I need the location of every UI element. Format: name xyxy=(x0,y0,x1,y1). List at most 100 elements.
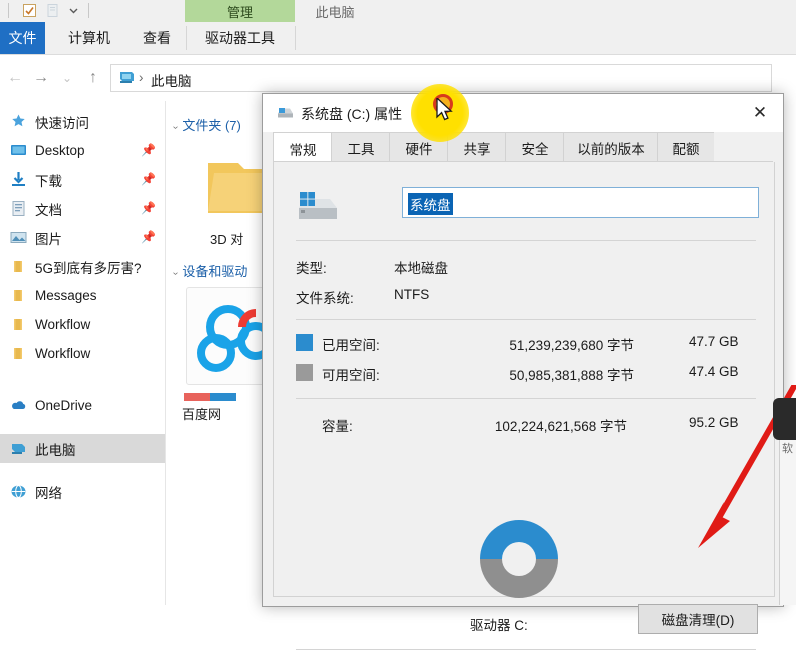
chevron-down-icon: › xyxy=(170,125,182,130)
tile-label-baidu: 百度网 xyxy=(182,407,222,422)
type-key: 类型: xyxy=(296,261,327,276)
ribbon-tab-strip: 管理 此电脑 文件 计算机 查看 驱动器工具 xyxy=(0,0,796,54)
group-header-devices-label: 设备和驱动 xyxy=(182,264,248,279)
checkbox-icon[interactable] xyxy=(22,3,37,18)
back-arrow-icon[interactable]: ← xyxy=(4,67,26,89)
qat-divider-2 xyxy=(88,3,89,18)
quick-access-toolbar xyxy=(0,0,796,23)
folder-icon xyxy=(10,345,27,362)
right-edge-widget[interactable] xyxy=(773,398,796,440)
tab-view[interactable]: 查看 xyxy=(129,22,185,54)
tab-drive-tools[interactable]: 驱动器工具 xyxy=(188,22,292,54)
general-tab-panel: 系统盘 类型: 本地磁盘 文件系统: NTFS 已用空间: 51,239,239… xyxy=(273,162,775,650)
tab-computer[interactable]: 计算机 xyxy=(53,22,125,54)
sidebar-label: 图片 xyxy=(35,231,62,247)
group-header-devices[interactable]: ›设备和驱动 xyxy=(170,261,248,280)
tab-previous-versions[interactable]: 以前的版本 xyxy=(563,132,658,163)
documents-icon xyxy=(10,200,27,217)
pin-icon[interactable]: 📌 xyxy=(141,230,156,244)
chevron-down-icon[interactable]: ⌄ xyxy=(56,67,78,89)
used-space-key: 已用空间: xyxy=(322,338,380,353)
dialog-title: 系统盘 (C:) 属性 xyxy=(301,106,403,122)
drive-large-icon xyxy=(296,186,340,226)
free-space-bytes: 50,985,381,888 字节 xyxy=(509,368,634,383)
qat-divider xyxy=(8,3,9,18)
downloads-icon xyxy=(10,171,27,188)
type-value: 本地磁盘 xyxy=(394,261,448,276)
used-space-swatch xyxy=(296,334,313,351)
onedrive-cloud-icon xyxy=(10,397,27,414)
capacity-bytes: 102,224,621,568 字节 xyxy=(494,419,627,434)
sidebar-item-workflow-1[interactable]: Workflow xyxy=(0,310,165,339)
drive-icon xyxy=(277,105,294,120)
this-pc-icon xyxy=(10,440,27,457)
pin-icon[interactable]: 📌 xyxy=(141,201,156,215)
drive-properties-dialog: 系统盘 (C:) 属性 ✕ 常规 工具 硬件 共享 安全 以前的版本 配额 系统 xyxy=(262,93,784,650)
tab-quota[interactable]: 配额 xyxy=(657,132,714,163)
sidebar-label: Desktop xyxy=(35,143,85,158)
window-title-label: 此电脑 xyxy=(315,4,355,20)
pin-icon[interactable]: 📌 xyxy=(141,172,156,186)
sidebar-item-onedrive[interactable]: OneDrive xyxy=(0,391,165,420)
up-arrow-icon[interactable]: ↑ xyxy=(82,67,104,89)
sidebar-item-5g-folder[interactable]: 5G到底有多厉害? xyxy=(0,252,165,281)
contextual-tab-header: 管理 xyxy=(185,0,295,22)
group-header-folders[interactable]: ›文件夹 (7) xyxy=(170,115,241,134)
sidebar-label: 此电脑 xyxy=(35,442,76,458)
free-space-key: 可用空间: xyxy=(322,368,380,383)
disk-cleanup-button[interactable]: 磁盘清理(D) xyxy=(638,604,758,634)
sidebar-item-quick-access[interactable]: 快速访问 xyxy=(0,107,165,136)
mouse-cursor-icon xyxy=(436,96,458,124)
properties-icon[interactable] xyxy=(45,3,60,18)
free-space-size: 47.4 GB xyxy=(689,364,739,379)
divider-2 xyxy=(296,319,756,320)
capacity-size: 95.2 GB xyxy=(689,415,739,430)
filesystem-value: NTFS xyxy=(394,287,430,302)
ribbon-divider-2 xyxy=(295,26,296,50)
sidebar-item-pictures[interactable]: 图片 📌 xyxy=(0,223,165,252)
free-space-swatch xyxy=(296,364,313,381)
sidebar-item-desktop[interactable]: Desktop 📌 xyxy=(0,136,165,165)
tab-tools[interactable]: 工具 xyxy=(331,132,390,163)
breadcrumb-this-pc[interactable]: 此电脑 xyxy=(151,70,192,90)
folder-icon xyxy=(10,258,27,275)
sidebar-label: 文档 xyxy=(35,202,62,218)
sidebar-label: 快速访问 xyxy=(35,115,89,131)
pin-icon[interactable]: 📌 xyxy=(141,143,156,157)
forward-arrow-icon[interactable]: → xyxy=(30,67,52,89)
chevron-down-icon: › xyxy=(170,271,182,276)
dialog-tab-strip: 常规 工具 硬件 共享 安全 以前的版本 配额 xyxy=(263,132,783,165)
sidebar-label: OneDrive xyxy=(35,398,93,413)
divider-3 xyxy=(296,398,756,399)
sidebar-item-network[interactable]: 网络 xyxy=(0,477,165,506)
sidebar-label: Messages xyxy=(35,288,97,303)
sidebar-item-documents[interactable]: 文档 📌 xyxy=(0,194,165,223)
dialog-title-bar[interactable]: 系统盘 (C:) 属性 ✕ xyxy=(263,94,783,132)
filesystem-key: 文件系统: xyxy=(296,291,354,306)
sidebar-label: 网络 xyxy=(35,485,62,501)
network-icon xyxy=(10,483,27,500)
volume-label-input[interactable]: 系统盘 xyxy=(402,187,759,218)
tab-security[interactable]: 安全 xyxy=(505,132,564,163)
sidebar-item-workflow-2[interactable]: Workflow xyxy=(0,339,165,368)
drive-caption: 驱动器 C: xyxy=(470,618,528,633)
customize-chevron-icon[interactable] xyxy=(66,3,81,18)
folder-icon xyxy=(10,287,27,304)
folder-icon xyxy=(10,316,27,333)
navigation-pane: 快速访问 Desktop 📌 下载 📌 文档 📌 图片 📌 5G到底有多厉害? … xyxy=(0,101,166,605)
baidu-progress-bar xyxy=(184,393,236,401)
ribbon-divider xyxy=(186,26,187,50)
sidebar-item-messages[interactable]: Messages xyxy=(0,281,165,310)
tile-label-3d-objects: 3D 对 xyxy=(210,232,244,247)
sidebar-label: 下载 xyxy=(35,173,62,189)
close-icon[interactable]: ✕ xyxy=(737,94,783,132)
sidebar-label: 5G到底有多厉害? xyxy=(35,260,142,276)
sidebar-item-this-pc[interactable]: 此电脑 xyxy=(0,434,165,463)
tab-file[interactable]: 文件 xyxy=(0,22,45,54)
capacity-key: 容量: xyxy=(322,419,353,434)
sidebar-item-downloads[interactable]: 下载 📌 xyxy=(0,165,165,194)
breadcrumb-separator[interactable]: › xyxy=(139,70,144,85)
group-header-folders-label: 文件夹 (7) xyxy=(182,118,241,133)
this-pc-icon xyxy=(118,70,136,85)
volume-label-value: 系统盘 xyxy=(408,193,453,215)
